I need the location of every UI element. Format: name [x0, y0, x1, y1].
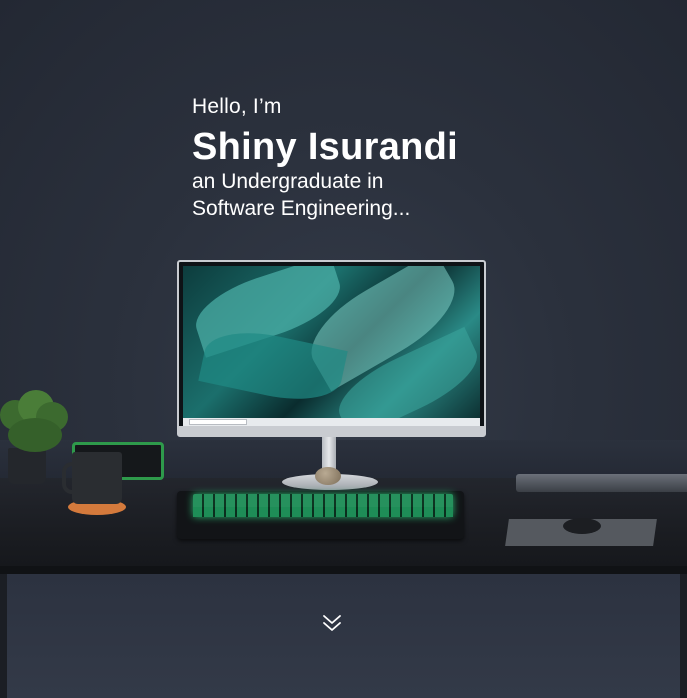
monitor-screen: [183, 266, 480, 426]
double-chevron-down-icon: [323, 615, 341, 631]
mouse: [563, 518, 601, 534]
hero-intro: Hello, I’m Shiny Isurandi an Undergradua…: [192, 94, 458, 222]
hero-name: Shiny Isurandi: [192, 126, 459, 168]
scroll-down-button[interactable]: [319, 612, 345, 636]
keyboard-keys-row: [193, 507, 453, 517]
monitor-chin: [179, 426, 484, 435]
keyboard: [177, 491, 464, 539]
hero-section: Hello, I’m Shiny Isurandi an Undergradua…: [0, 0, 687, 698]
hero-greeting: Hello, I’m: [192, 95, 282, 118]
desk-leg-right: [680, 574, 687, 698]
hero-tagline: an Undergraduate in Software Engineering…: [192, 168, 458, 222]
monitor: [177, 260, 486, 437]
desk-edge: [0, 566, 687, 574]
plant-leaves: [8, 418, 62, 452]
hero-tagline-line-2: Software Engineering...: [192, 197, 411, 220]
plant-pot: [8, 448, 46, 484]
desk-leg-left: [0, 574, 7, 698]
laptop: [516, 474, 687, 492]
taskbar-search-box: [189, 419, 247, 425]
decor-stone: [315, 467, 341, 485]
hero-tagline-line-1: an Undergraduate in: [192, 170, 384, 193]
mug: [72, 452, 122, 504]
monitor-taskbar: [183, 418, 480, 426]
